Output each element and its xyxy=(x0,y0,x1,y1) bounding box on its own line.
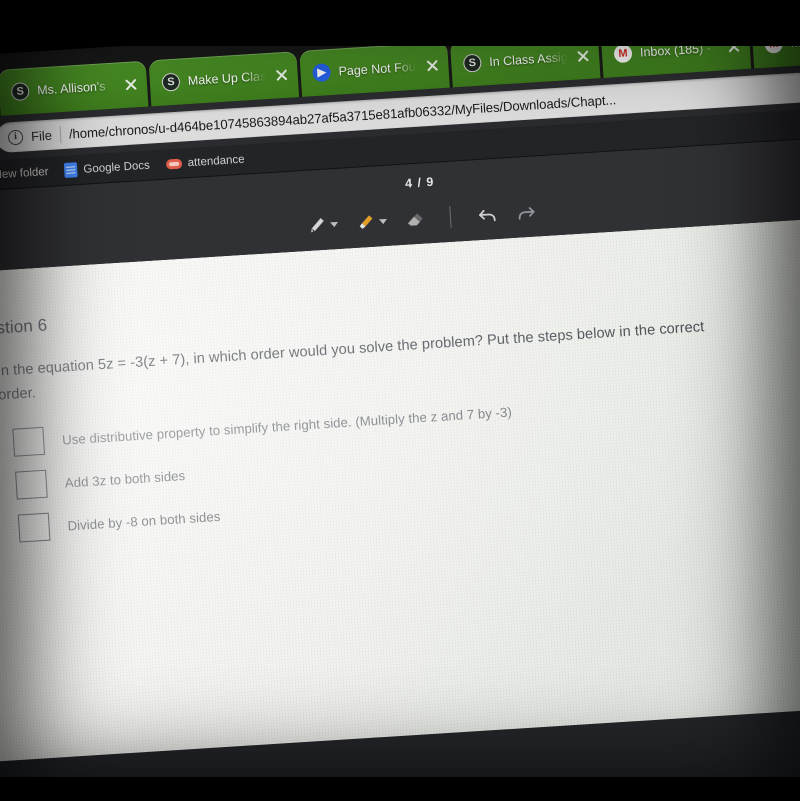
bookmark-item-attendance[interactable]: attendance xyxy=(165,153,245,170)
google-docs-icon xyxy=(63,162,78,178)
answer-option-label: Use distributive property to simplify th… xyxy=(61,404,513,448)
bookmark-item-google-docs[interactable]: Google Docs xyxy=(63,158,151,178)
photo-border-top xyxy=(0,0,800,46)
close-icon[interactable] xyxy=(575,48,592,65)
pen-icon xyxy=(311,217,324,232)
answer-option-label: Divide by -8 on both sides xyxy=(67,508,221,534)
eraser-icon xyxy=(407,212,423,226)
bookmark-label: Google Docs xyxy=(83,159,151,176)
answer-option-label: Add 3z to both sides xyxy=(64,467,186,491)
highlighter-tool[interactable] xyxy=(356,211,388,232)
pen-tool[interactable] xyxy=(307,214,339,235)
close-icon[interactable] xyxy=(424,57,441,74)
answer-options-list: Use distributive property to simplify th… xyxy=(12,376,800,543)
tab-title: Ms. Allison's xyxy=(36,79,106,98)
bookmark-label: attendance xyxy=(187,153,245,169)
undo-icon xyxy=(479,209,496,221)
toolbar-divider xyxy=(449,205,452,228)
browser-tab-1[interactable]: S Make Up Class xyxy=(148,51,300,107)
photo-border-bottom xyxy=(0,777,800,801)
attendance-icon xyxy=(165,158,183,170)
omnibox-divider xyxy=(59,125,62,143)
gmail-icon: M xyxy=(613,44,633,64)
url-scheme-label: File xyxy=(30,127,53,144)
browser-tab-2[interactable]: ▶ Page Not Found xyxy=(299,41,450,97)
laptop-screen: S Ms. Allison's S Make Up Class ▶ Page N… xyxy=(0,0,800,801)
eraser-tool[interactable] xyxy=(404,209,424,229)
schoology-icon: S xyxy=(10,82,30,102)
close-icon[interactable] xyxy=(123,76,140,93)
google-meet-icon: ▶ xyxy=(312,63,332,83)
pdf-page-container: Question 6 In the equation 5z = -3(z + 7… xyxy=(0,214,800,801)
browser-tab-0[interactable]: S Ms. Allison's xyxy=(0,60,149,116)
bookmark-label: New folder xyxy=(0,165,49,181)
highlighter-icon xyxy=(359,214,373,229)
tab-title: Page Not Found xyxy=(338,59,417,79)
chevron-down-icon[interactable] xyxy=(330,221,339,227)
schoology-icon: S xyxy=(462,53,482,73)
schoology-icon: S xyxy=(161,72,181,92)
bookmark-item-new-folder[interactable]: New folder xyxy=(0,165,49,182)
pdf-page: Question 6 In the equation 5z = -3(z + 7… xyxy=(0,214,800,801)
chevron-down-icon[interactable] xyxy=(378,218,388,224)
screen-photo: S Ms. Allison's S Make Up Class ▶ Page N… xyxy=(0,0,800,801)
order-input-box[interactable] xyxy=(17,512,51,543)
tab-title: Make Up Class xyxy=(187,69,267,89)
undo-button[interactable] xyxy=(476,203,498,225)
redo-button[interactable] xyxy=(515,201,537,223)
order-input-box[interactable] xyxy=(15,470,48,500)
page-info-icon[interactable]: i xyxy=(7,129,24,145)
close-icon[interactable] xyxy=(273,67,290,84)
order-input-box[interactable] xyxy=(12,427,46,457)
redo-icon xyxy=(518,206,535,220)
tab-title: In Class Assig xyxy=(488,50,568,70)
